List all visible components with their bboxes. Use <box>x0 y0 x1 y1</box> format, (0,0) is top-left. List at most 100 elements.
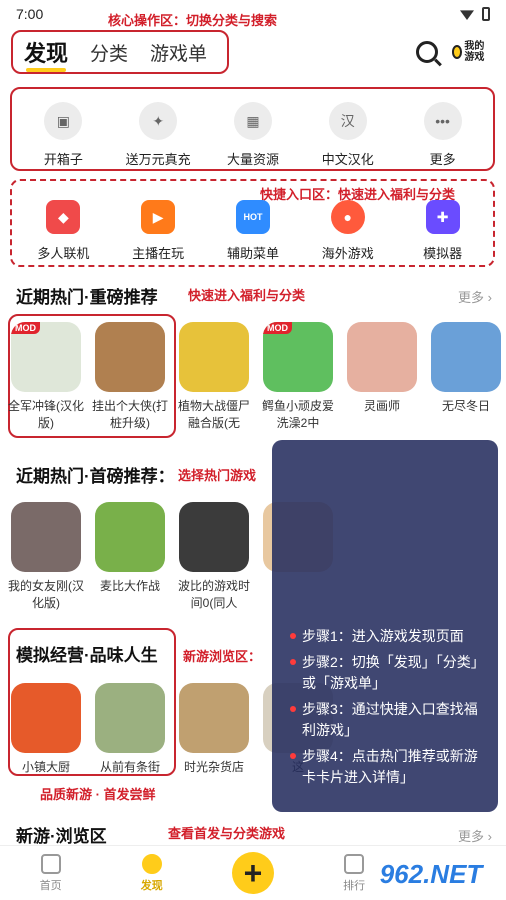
tv-icon: ▶ <box>141 200 176 234</box>
quick-gift[interactable]: ✦ 送万元真充 <box>115 102 201 168</box>
nav-label: 发现 <box>140 879 163 892</box>
quick-open-box[interactable]: ▣ 开箱子 <box>20 102 106 168</box>
hot-games-row: MOD 全军冲锋(汉化版) 挂出个大侠(打桩升级) 植物大战僵尸融合版(无 MO… <box>8 322 502 432</box>
view-first-annotation: 查看首发与分类游戏 <box>168 826 286 841</box>
step-item: 步骤3：通过快捷入口查找福利游戏」 <box>290 699 482 741</box>
box-icon: ▣ <box>44 102 83 140</box>
section-hot-title: 近期热门·重磅推荐 <box>16 288 158 307</box>
my-games-icon <box>452 45 463 59</box>
game-name: 从前有条街 <box>99 760 160 774</box>
battery-icon <box>482 7 490 21</box>
step-item: 步骤1：进入游戏发现页面 <box>290 626 482 647</box>
search-icon[interactable] <box>416 41 438 63</box>
my-games-label: 我的游戏 <box>464 41 485 63</box>
quick-label: 送万元真充 <box>125 152 191 167</box>
game-icon <box>179 683 249 753</box>
quick-overseas[interactable]: ● 海外游戏 <box>305 200 391 262</box>
section-sim-title: 模拟经营·品味人生 <box>16 646 158 665</box>
header: 发现 分类 游戏单 我的游戏 <box>12 30 494 74</box>
game-card[interactable]: 麦比大作战 <box>94 502 166 612</box>
quality-annotation: 品质新游 · 首发尝鲜 <box>40 787 156 802</box>
quick-emulator[interactable]: ✚ 模拟器 <box>400 200 486 262</box>
game-card[interactable]: 无尽冬日 <box>430 322 502 432</box>
game-icon <box>179 322 249 392</box>
ranking-icon <box>344 853 365 874</box>
clock: 7:00 <box>16 6 44 22</box>
nav-label: 首页 <box>39 879 62 892</box>
steps-overlay: 步骤1：进入游戏发现页面 步骤2：切换「发现」「分类」或「游戏单」 步骤3：通过… <box>272 440 498 812</box>
bag-icon: ◆ <box>46 200 81 234</box>
game-card[interactable]: MOD 全军冲锋(汉化版) <box>8 322 84 432</box>
compass-icon <box>141 853 162 874</box>
game-icon <box>95 502 165 572</box>
game-name: 全军冲锋(汉化版) <box>8 399 84 430</box>
my-games-button[interactable]: 我的游戏 <box>452 37 490 67</box>
watermark-logo: 962.NET <box>379 858 483 889</box>
game-card[interactable]: 从前有条街 <box>94 683 166 776</box>
wifi-icon <box>460 10 474 20</box>
game-name: 挂出个大侠(打桩升级) <box>92 399 168 430</box>
quick-row-1: ▣ 开箱子 ✦ 送万元真充 ▦ 大量资源 汉 中文汉化 ••• 更多 <box>16 102 490 168</box>
game-name: 无尽冬日 <box>441 399 490 413</box>
quick-label: 多人联机 <box>37 246 90 261</box>
game-icon <box>11 683 81 753</box>
quick-streamer[interactable]: ▶ 主播在玩 <box>115 200 201 262</box>
quick-label: 辅助菜单 <box>226 246 279 261</box>
game-name: 灵画师 <box>363 399 400 413</box>
game-icon <box>179 502 249 572</box>
quick-label: 模拟器 <box>423 246 463 261</box>
game-name: 鳄鱼小顽皮爱洗澡2中 <box>261 399 334 430</box>
step-item: 步骤4：点击热门推荐或新游卡卡片进入详情」 <box>290 746 482 788</box>
quick-label: 中文汉化 <box>321 152 374 167</box>
section-first-title: 近期热门·首磅推荐： <box>16 467 175 486</box>
nav-home[interactable]: 首页 <box>21 853 81 893</box>
game-card[interactable]: 灵画师 <box>346 322 418 432</box>
top-tabs: 发现 分类 游戏单 <box>12 36 219 72</box>
section-new-more[interactable]: 更多 › <box>458 826 492 845</box>
quick-label: 大量资源 <box>226 152 279 167</box>
game-icon: MOD <box>263 322 333 392</box>
game-card[interactable]: 我的女友刚(汉化版) <box>8 502 84 612</box>
game-name: 植物大战僵尸融合版(无 <box>177 399 250 430</box>
header-actions: 我的游戏 <box>416 37 490 67</box>
grid-icon: ▦ <box>233 102 272 140</box>
game-card[interactable]: 时光杂货店 <box>178 683 250 776</box>
game-name: 我的女友刚(汉化版) <box>8 579 84 610</box>
game-name: 波比的游戏时间0(同人 <box>177 579 250 610</box>
tab-category[interactable]: 分类 <box>90 39 128 66</box>
nav-label: 排行 <box>343 879 366 892</box>
quick-multiplayer[interactable]: ◆ 多人联机 <box>20 200 106 262</box>
hot-annotation: 快速进入福利与分类 <box>188 288 306 303</box>
game-icon <box>95 322 165 392</box>
quick-assist-menu[interactable]: HOT 辅助菜单 <box>210 200 296 262</box>
select-hot-annotation: 选择热门游戏 <box>178 468 257 483</box>
nav-plus[interactable]: + <box>223 852 283 894</box>
plus-icon: + <box>231 852 274 894</box>
tab-game-list[interactable]: 游戏单 <box>150 39 207 66</box>
more-icon: ••• <box>423 102 462 140</box>
game-card[interactable]: 小镇大厨 <box>10 683 82 776</box>
game-icon <box>347 322 417 392</box>
game-card[interactable]: 挂出个大侠(打桩升级) <box>92 322 168 432</box>
game-card[interactable]: MOD 鳄鱼小顽皮爱洗澡2中 <box>262 322 334 432</box>
status-icons <box>460 7 490 21</box>
quick-more[interactable]: ••• 更多 <box>400 102 486 168</box>
section-hot-more[interactable]: 更多 › <box>458 287 492 306</box>
section-new-title: 新游·浏览区 <box>16 827 107 846</box>
quick-label: 开箱子 <box>43 152 83 167</box>
gamepad-icon: ✚ <box>425 200 460 234</box>
gift-icon: ✦ <box>139 102 178 140</box>
quick-chinese[interactable]: 汉 中文汉化 <box>305 102 391 168</box>
tab-discover[interactable]: 发现 <box>24 36 68 72</box>
quick-row-2: ◆ 多人联机 ▶ 主播在玩 HOT 辅助菜单 ● 海外游戏 ✚ 模拟器 <box>16 200 490 262</box>
quick-resources[interactable]: ▦ 大量资源 <box>210 102 296 168</box>
step-item: 步骤2：切换「发现」「分类」或「游戏单」 <box>290 652 482 694</box>
game-card[interactable]: 波比的游戏时间0(同人 <box>178 502 250 612</box>
nav-discover[interactable]: 发现 <box>122 853 182 893</box>
hot-fire-icon: HOT <box>235 200 270 234</box>
quick-label: 海外游戏 <box>321 246 374 261</box>
game-icon <box>431 322 501 392</box>
game-icon <box>11 502 81 572</box>
game-card[interactable]: 植物大战僵尸融合版(无 <box>178 322 250 432</box>
game-name: 时光杂货店 <box>183 760 244 774</box>
